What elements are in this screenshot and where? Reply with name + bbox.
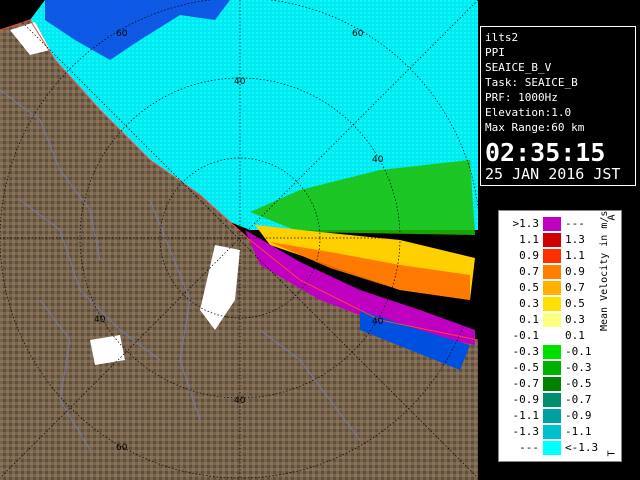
- ring-label-w40: 40: [94, 315, 106, 325]
- legend-hi-value: -1.1: [565, 425, 592, 438]
- legend-swatch: [543, 425, 561, 439]
- legend-row: -0.5 -0.3: [503, 361, 595, 375]
- ring-label-n40: 40: [234, 77, 246, 87]
- legend-swatch: [543, 361, 561, 375]
- ring-label-e40a: 40: [372, 155, 384, 165]
- ring-label-e40b: 40: [372, 317, 384, 327]
- legend-swatch: [543, 329, 561, 343]
- legend-lo-value: -0.7: [512, 377, 540, 390]
- scan-date: 25 JAN 2016 JST: [485, 165, 621, 183]
- snow-patch: [90, 335, 125, 365]
- legend-swatch: [543, 409, 561, 423]
- legend-end-bottom: T: [606, 450, 618, 457]
- task-name: Task: SEAICE_B: [485, 76, 578, 89]
- legend-lo-value: >1.3: [512, 217, 540, 230]
- legend-row: -0.7 -0.5: [503, 377, 595, 391]
- legend-lo-value: 0.7: [519, 265, 539, 278]
- legend-lo-value: -0.9: [512, 393, 540, 406]
- legend-swatch: [543, 377, 561, 391]
- elevation-value: Elevation:1.0: [485, 106, 572, 119]
- scan-mode: PPI: [485, 46, 505, 59]
- scan-info-panel: ilts2 PPI SEAICE_B_V Task: SEAICE_B PRF:…: [480, 26, 636, 186]
- max-range-value: Max Range:60 km: [485, 121, 585, 134]
- legend-lo-value: -1.1: [512, 409, 540, 422]
- legend-hi-value: 1.3: [565, 233, 585, 246]
- legend-title: Mean Velocity in m/s: [599, 210, 610, 331]
- ring-label-n60: 60: [116, 29, 128, 39]
- legend-lo-value: -0.1: [512, 329, 540, 342]
- legend-lo-value: 0.9: [519, 249, 539, 262]
- legend-row: 0.5 0.7: [503, 281, 595, 295]
- legend-hi-value: 1.1: [565, 249, 585, 262]
- ring-label-n60b: 60: [352, 29, 364, 39]
- ring-label-s40: 40: [234, 396, 246, 406]
- legend-lo-value: -1.3: [512, 425, 540, 438]
- legend-row: --- <-1.3: [503, 441, 599, 455]
- legend-lo-value: -0.3: [512, 345, 540, 358]
- legend-hi-value: ---: [565, 217, 585, 230]
- legend-lo-value: ---: [519, 441, 539, 454]
- legend-swatch: [543, 297, 561, 311]
- legend-row: 0.7 0.9: [503, 265, 595, 279]
- legend-swatch: [543, 281, 561, 295]
- legend-swatch: [543, 441, 561, 455]
- legend-hi-value: <-1.3: [565, 441, 599, 454]
- legend-hi-value: 0.9: [565, 265, 585, 278]
- legend-hi-value: 0.7: [565, 281, 585, 294]
- legend-row: -0.9 -0.7: [503, 393, 595, 407]
- legend-row: -0.1 0.1: [503, 329, 595, 343]
- legend-hi-value: -0.9: [565, 409, 592, 422]
- legend-swatch: [543, 265, 561, 279]
- legend-hi-value: -0.5: [565, 377, 592, 390]
- legend-hi-value: 0.3: [565, 313, 585, 326]
- legend-hi-value: -0.7: [565, 393, 592, 406]
- legend-row: -1.1 -0.9: [503, 409, 595, 423]
- scan-time: 02:35:15: [485, 138, 606, 167]
- legend-row: -1.3 -1.1: [503, 425, 595, 439]
- legend-lo-value: 1.1: [519, 233, 539, 246]
- legend-swatch: [543, 217, 561, 231]
- legend-row: 0.3 0.5: [503, 297, 595, 311]
- product-name: SEAICE_B_V: [485, 61, 552, 74]
- legend-row: 0.9 1.1: [503, 249, 595, 263]
- legend-swatch: [543, 345, 561, 359]
- legend-row: 1.1 1.3: [503, 233, 595, 247]
- legend-hi-value: 0.1: [565, 329, 585, 342]
- legend-swatch: [543, 249, 561, 263]
- legend-lo-value: 0.3: [519, 297, 539, 310]
- legend-swatch: [543, 233, 561, 247]
- legend-lo-value: 0.5: [519, 281, 539, 294]
- legend-lo-value: 0.1: [519, 313, 539, 326]
- legend-swatch: [543, 393, 561, 407]
- prf-value: PRF: 1000Hz: [485, 91, 558, 104]
- radar-ppi-map: 60 40 40 40 40 40 60 60: [0, 0, 478, 480]
- legend-hi-value: 0.5: [565, 297, 585, 310]
- legend-swatch: [543, 313, 561, 327]
- velocity-legend: A >1.3 --- 1.1 1.3 0.9 1.1 0.7 0.9 0.5 0.7 0.3 0.5 0…: [498, 210, 622, 462]
- legend-row: -0.3 -0.1: [503, 345, 595, 359]
- legend-hi-value: -0.1: [565, 345, 592, 358]
- ring-label-s60: 60: [116, 443, 128, 453]
- legend-row: 0.1 0.3: [503, 313, 595, 327]
- radar-name: ilts2: [485, 31, 519, 44]
- legend-lo-value: -0.5: [512, 361, 540, 374]
- legend-row: >1.3 ---: [503, 217, 595, 231]
- legend-hi-value: -0.3: [565, 361, 592, 374]
